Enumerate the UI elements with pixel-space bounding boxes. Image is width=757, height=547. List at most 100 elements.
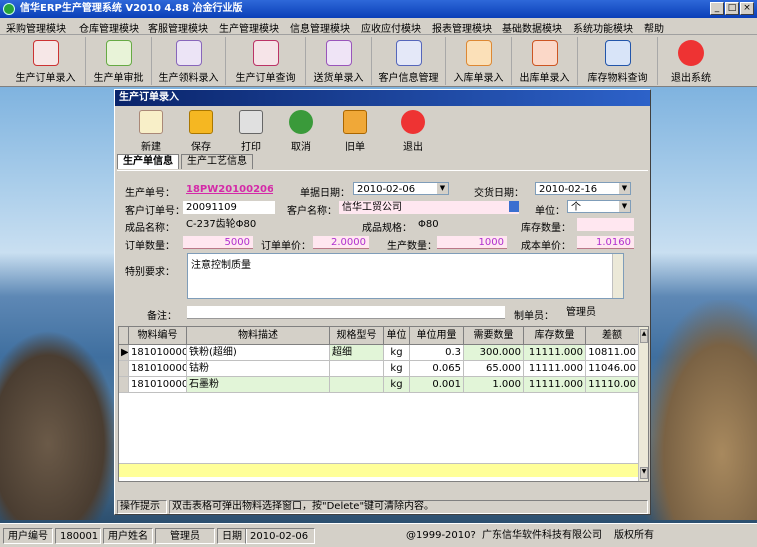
- cell-code[interactable]: 1810100008: [129, 377, 187, 393]
- cell-unit[interactable]: kg: [384, 345, 410, 361]
- row-indicator: [119, 377, 129, 393]
- cell-desc[interactable]: 钴粉: [187, 361, 330, 377]
- order-no-field[interactable]: 18PW20100206001: [183, 183, 273, 196]
- tab-order-info[interactable]: 生产单信息: [117, 154, 179, 169]
- table-row[interactable]: 1810100008 石墨粉 kg 0.001 1.000 11111.000 …: [119, 377, 639, 393]
- cell-stock[interactable]: 11111.000: [524, 345, 586, 361]
- col-spec[interactable]: 规格型号: [330, 327, 384, 345]
- toolbar-stock-out-button[interactable]: 出库单录入: [512, 37, 578, 85]
- toolbar-requisition-button[interactable]: 生产领料录入: [152, 37, 226, 85]
- cost-field[interactable]: 1.0160: [577, 236, 634, 249]
- spec-field[interactable]: Φ80: [415, 218, 511, 231]
- cell-usage[interactable]: 0.001: [410, 377, 464, 393]
- prod-qty-field[interactable]: 1000: [437, 236, 507, 249]
- cell-difference[interactable]: 11046.00: [586, 361, 639, 377]
- delivery-date-picker[interactable]: 2010-02-16 ▼: [535, 182, 631, 195]
- cell-code[interactable]: 1810100001: [129, 345, 187, 361]
- menu-basic-data[interactable]: 基础数据模块: [502, 20, 562, 35]
- toolbar-order-query-button[interactable]: 生产订单查询: [226, 37, 306, 85]
- menu-report[interactable]: 报表管理模块: [432, 20, 492, 35]
- lookup-icon[interactable]: [509, 201, 519, 212]
- cell-desc[interactable]: 石墨粉: [187, 377, 330, 393]
- cell-stock[interactable]: 11111.000: [524, 361, 586, 377]
- chevron-down-icon[interactable]: ▼: [619, 201, 630, 212]
- toolbar-approve-button[interactable]: 生产单审批: [86, 37, 152, 85]
- menu-service[interactable]: 客服管理模块: [148, 20, 208, 35]
- requisition-doc-icon: [175, 40, 202, 66]
- menu-system[interactable]: 系统功能模块: [573, 20, 633, 35]
- toolbar-label: 生产单审批: [93, 73, 144, 84]
- cell-desc[interactable]: 铁粉(超细): [187, 345, 330, 361]
- cell-usage[interactable]: 0.3: [410, 345, 464, 361]
- doc-date-picker[interactable]: 2010-02-06 ▼: [353, 182, 449, 195]
- grid-scrollbar[interactable]: ▲ ▼: [638, 327, 648, 481]
- materials-grid[interactable]: 物料编号 物料描述 规格型号 单位 单位用量 需要数量 库存数量 差额 ▶ 18…: [118, 326, 649, 482]
- cell-difference[interactable]: 11110.00: [586, 377, 639, 393]
- price-field[interactable]: 2.0000: [313, 236, 369, 249]
- cell-stock[interactable]: 11111.000: [524, 377, 586, 393]
- unit-select[interactable]: 个 ▼: [567, 200, 631, 213]
- scroll-down-icon[interactable]: ▼: [640, 467, 648, 479]
- toolbar-customer-button[interactable]: 客户信息管理: [372, 37, 446, 85]
- cancel-button[interactable]: 取消: [277, 110, 325, 153]
- requirement-textarea[interactable]: 注意控制质量: [187, 253, 624, 299]
- chevron-down-icon[interactable]: ▼: [619, 183, 630, 194]
- cell-required[interactable]: 65.000: [464, 361, 524, 377]
- customer-doc-icon: [395, 40, 422, 66]
- col-required-qty[interactable]: 需要数量: [464, 327, 524, 345]
- row-indicator: [119, 361, 129, 377]
- cell-spec[interactable]: 超细: [330, 345, 384, 361]
- table-row[interactable]: ▶ 1810100001 铁粉(超细) 超细 kg 0.3 300.000 11…: [119, 345, 639, 361]
- new-button[interactable]: 新建: [127, 110, 175, 153]
- col-stock-qty[interactable]: 库存数量: [524, 327, 586, 345]
- save-button[interactable]: 保存: [177, 110, 225, 153]
- pdf-doc-icon: [32, 40, 59, 66]
- product-label: 成品名称：: [125, 223, 175, 234]
- cell-unit[interactable]: kg: [384, 361, 410, 377]
- col-material-desc[interactable]: 物料描述: [187, 327, 330, 345]
- cell-difference[interactable]: 10811.00: [586, 345, 639, 361]
- menu-receivable[interactable]: 应收应付模块: [361, 20, 421, 35]
- col-material-code[interactable]: 物料编号: [129, 327, 187, 345]
- scroll-up-icon[interactable]: ▲: [640, 329, 648, 343]
- menu-purchase[interactable]: 采购管理模块: [6, 20, 66, 35]
- menu-warehouse[interactable]: 仓库管理模块: [79, 20, 139, 35]
- cell-required[interactable]: 300.000: [464, 345, 524, 361]
- close-button[interactable]: ×: [740, 2, 754, 15]
- background-rock-left: [0, 330, 120, 520]
- product-field[interactable]: C-237齿轮Φ80: [183, 218, 343, 231]
- qty-field[interactable]: 5000: [183, 236, 253, 249]
- toolbar-exit-button[interactable]: 退出系统: [658, 37, 724, 85]
- menu-help[interactable]: 帮助: [644, 20, 664, 35]
- chevron-down-icon[interactable]: ▼: [437, 183, 448, 194]
- toolbar-order-entry-button[interactable]: 生产订单录入: [6, 37, 86, 85]
- maximize-button[interactable]: □: [725, 2, 739, 15]
- cell-spec[interactable]: [330, 377, 384, 393]
- requirement-scrollbar[interactable]: [612, 254, 623, 298]
- table-row[interactable]: 1810100007 钴粉 kg 0.065 65.000 11111.000 …: [119, 361, 639, 377]
- toolbar-stock-in-button[interactable]: 入库单录入: [446, 37, 512, 85]
- cust-order-field[interactable]: 20091109: [183, 201, 275, 214]
- remark-field[interactable]: [187, 306, 505, 319]
- cell-unit[interactable]: kg: [384, 377, 410, 393]
- minimize-button[interactable]: _: [710, 2, 724, 15]
- menu-production[interactable]: 生产管理模块: [219, 20, 279, 35]
- col-unit[interactable]: 单位: [384, 327, 410, 345]
- toolbar-delivery-button[interactable]: 送货单录入: [306, 37, 372, 85]
- spec-label: 成品规格：: [362, 223, 412, 234]
- tab-process-info[interactable]: 生产工艺信息: [181, 154, 253, 169]
- old-order-button[interactable]: 旧单: [331, 110, 379, 153]
- print-button[interactable]: 打印: [227, 110, 275, 153]
- toolbar-inventory-query-button[interactable]: 库存物料查询: [578, 37, 658, 85]
- menu-info[interactable]: 信息管理模块: [290, 20, 350, 35]
- user-name-value: 管理员: [155, 528, 215, 544]
- cell-required[interactable]: 1.000: [464, 377, 524, 393]
- hint-text: 双击表格可弹出物料选择窗口，按"Delete"键可清除内容。: [169, 500, 648, 514]
- cell-code[interactable]: 1810100007: [129, 361, 187, 377]
- cell-spec[interactable]: [330, 361, 384, 377]
- col-difference[interactable]: 差额: [586, 327, 639, 345]
- window-exit-button[interactable]: 退出: [389, 110, 437, 153]
- cust-name-field[interactable]: 信华工贸公司: [339, 201, 519, 214]
- cell-usage[interactable]: 0.065: [410, 361, 464, 377]
- col-unit-usage[interactable]: 单位用量: [410, 327, 464, 345]
